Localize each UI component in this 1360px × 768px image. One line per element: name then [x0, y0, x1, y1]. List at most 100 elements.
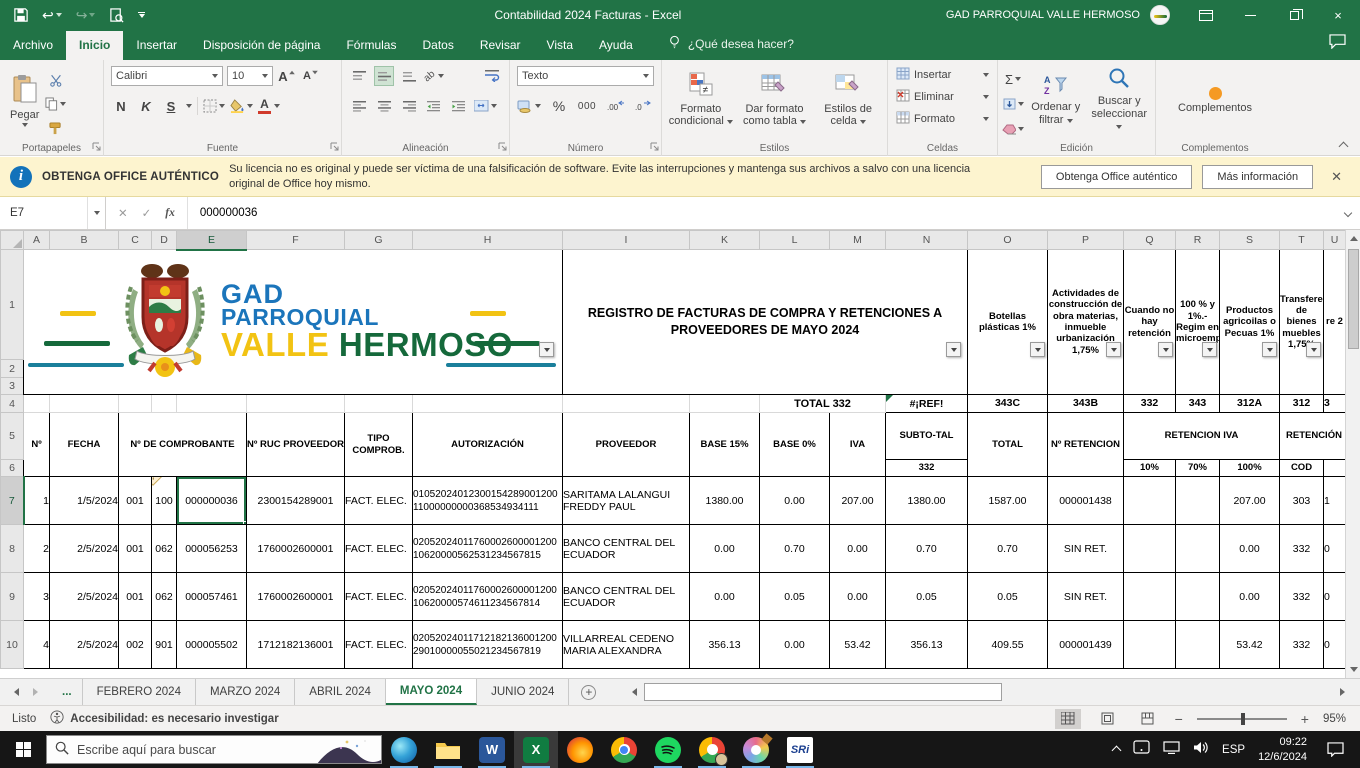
- cell-C4[interactable]: [118, 394, 152, 413]
- row-header-9[interactable]: 9: [0, 572, 24, 621]
- cell-C10[interactable]: 002: [118, 620, 152, 669]
- taskbar-app-chrome-icon[interactable]: [602, 731, 646, 768]
- number-dialog-launcher-icon[interactable]: [650, 142, 659, 154]
- row-header-2[interactable]: 2: [0, 359, 24, 378]
- shrink-font-icon[interactable]: A: [301, 66, 321, 86]
- prev-sheet-icon[interactable]: [14, 688, 19, 696]
- header-retencion-iva[interactable]: RETENCION IVA: [1123, 412, 1280, 460]
- italic-button[interactable]: K: [136, 96, 156, 116]
- align-left-icon[interactable]: [349, 96, 369, 116]
- cell-U7[interactable]: 1: [1323, 476, 1346, 525]
- cell-T4[interactable]: 312: [1279, 394, 1324, 413]
- name-box-dropdown-icon[interactable]: [88, 197, 106, 229]
- filter-dropdown-icon[interactable]: [1030, 342, 1045, 357]
- filter-dropdown-icon[interactable]: [1306, 342, 1321, 357]
- enter-icon[interactable]: ✓: [142, 206, 152, 220]
- column-header-R[interactable]: R: [1175, 230, 1220, 250]
- ribbon-display-options-icon[interactable]: [1184, 0, 1228, 30]
- undo-icon[interactable]: ↩: [42, 8, 62, 22]
- cell-T10[interactable]: 332: [1279, 620, 1324, 669]
- cell-Q7[interactable]: [1123, 476, 1176, 525]
- header-fecha[interactable]: FECHA: [49, 412, 119, 477]
- formula-input[interactable]: 000000036: [188, 197, 1336, 229]
- zoom-slider-thumb[interactable]: [1240, 712, 1245, 725]
- cell-C7[interactable]: 001: [118, 476, 152, 525]
- header-base15[interactable]: BASE 15%: [689, 412, 760, 477]
- zoom-out-icon[interactable]: −: [1175, 711, 1183, 727]
- header-iva[interactable]: IVA: [829, 412, 886, 477]
- cell-T9[interactable]: 332: [1279, 572, 1324, 621]
- taskbar-app-chrome-profile-icon[interactable]: [690, 731, 734, 768]
- redo-icon[interactable]: ↪: [76, 8, 96, 22]
- taskbar-app-paint-icon[interactable]: [734, 731, 778, 768]
- cell-S10[interactable]: 53.42: [1219, 620, 1280, 669]
- decrease-indent-icon[interactable]: [424, 96, 444, 116]
- avatar[interactable]: [1150, 5, 1170, 25]
- cell-G8[interactable]: FACT. ELEC.: [344, 524, 413, 573]
- cell-T8[interactable]: 332: [1279, 524, 1324, 573]
- column-header-K[interactable]: K: [689, 230, 760, 250]
- row-header-8[interactable]: 8: [0, 524, 24, 573]
- tab-datos[interactable]: Datos: [409, 31, 466, 60]
- cell-K7[interactable]: 1380.00: [689, 476, 760, 525]
- cell-P7[interactable]: 000001438: [1047, 476, 1124, 525]
- filter-dropdown-icon[interactable]: [946, 342, 961, 357]
- column-header-Q[interactable]: Q: [1123, 230, 1176, 250]
- horizontal-scrollbar[interactable]: [626, 683, 1350, 701]
- cell-D7[interactable]: 100!: [151, 476, 177, 525]
- cell-Q10[interactable]: [1123, 620, 1176, 669]
- header-100[interactable]: 100%: [1219, 459, 1280, 477]
- alignment-dialog-launcher-icon[interactable]: [498, 142, 507, 154]
- cell-H10[interactable]: 0205202401171218213600120029010000055021…: [412, 620, 563, 669]
- cell-U10[interactable]: 0: [1323, 620, 1346, 669]
- cell-H9[interactable]: 0205202401176000260000120010620000574611…: [412, 572, 563, 621]
- cell-G4[interactable]: [344, 394, 413, 413]
- cell-R7[interactable]: [1175, 476, 1220, 525]
- select-all-corner[interactable]: [0, 230, 24, 250]
- column-header-P[interactable]: P: [1047, 230, 1124, 250]
- header-U6[interactable]: [1323, 459, 1346, 477]
- header-cell-U[interactable]: re 2: [1323, 249, 1346, 395]
- decrease-decimal-icon[interactable]: .0: [633, 96, 653, 116]
- start-button[interactable]: [0, 731, 46, 768]
- align-right-icon[interactable]: [399, 96, 419, 116]
- header-tipo[interactable]: TIPO COMPROB.: [344, 412, 413, 477]
- notification-center-icon[interactable]: [1320, 742, 1350, 757]
- column-header-M[interactable]: M: [829, 230, 886, 250]
- header-70[interactable]: 70%: [1175, 459, 1220, 477]
- header-retencion-2[interactable]: RETENCIÓN: [1279, 412, 1346, 460]
- cell-P9[interactable]: SIN RET.: [1047, 572, 1124, 621]
- taskbar-app-spotify-icon[interactable]: [646, 731, 690, 768]
- wrap-text-icon[interactable]: [482, 66, 502, 86]
- row-header-3[interactable]: 3: [0, 377, 24, 395]
- accounting-format-icon[interactable]: [517, 96, 541, 116]
- cell-H7[interactable]: 0105202401230015428900120011000000000368…: [412, 476, 563, 525]
- conditional-formatting-button[interactable]: ≠ Formato condicional: [666, 64, 736, 136]
- column-header-U[interactable]: U: [1323, 230, 1346, 250]
- header-subtotal[interactable]: SUBTO-TAL: [885, 412, 968, 460]
- scroll-down-icon[interactable]: [1346, 661, 1360, 678]
- next-sheet-icon[interactable]: [33, 688, 38, 696]
- cell-E7[interactable]: 000000036: [176, 476, 247, 525]
- taskbar-app-sri-icon[interactable]: SRi: [778, 731, 822, 768]
- header-ruc[interactable]: Nº RUC PROVEEDOR: [246, 412, 345, 477]
- fill-handle[interactable]: [243, 521, 246, 524]
- format-cells-button[interactable]: Formato: [892, 108, 993, 130]
- cell-Q4[interactable]: 332: [1123, 394, 1176, 413]
- tab-ayuda[interactable]: Ayuda: [586, 31, 646, 60]
- accessibility-status[interactable]: Accesibilidad: es necesario investigar: [50, 710, 279, 727]
- cell-B7[interactable]: 1/5/2024: [49, 476, 119, 525]
- delete-cells-button[interactable]: Eliminar: [892, 86, 993, 108]
- sheet-tab-junio-2024[interactable]: JUNIO 2024: [477, 679, 570, 705]
- cell-R4[interactable]: 343: [1175, 394, 1220, 413]
- cell-A8[interactable]: 2: [23, 524, 50, 573]
- cell-K8[interactable]: 0.00: [689, 524, 760, 573]
- copy-icon[interactable]: [45, 94, 67, 114]
- cell-O10[interactable]: 409.55: [967, 620, 1048, 669]
- volume-icon[interactable]: [1193, 741, 1209, 759]
- cell-ref-error[interactable]: #¡REF!: [885, 394, 968, 413]
- comment-icon[interactable]: [1329, 34, 1346, 54]
- cell-S7[interactable]: 207.00: [1219, 476, 1280, 525]
- cell-U4[interactable]: 3: [1323, 394, 1346, 413]
- header-nretencion[interactable]: Nº RETENCION: [1047, 412, 1124, 477]
